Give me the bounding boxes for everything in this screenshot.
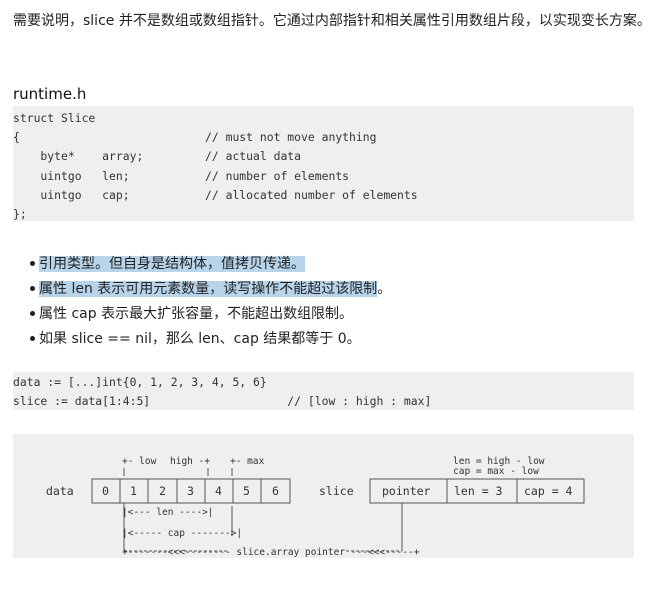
intro-paragraph: 需要说明，slice 并不是数组或数组指针。它通过内部指针和相关属性引用数组片段… (13, 13, 651, 29)
code-line: uintgo cap; // allocated number of eleme… (13, 187, 418, 202)
len-bracket: |<--- len ---->| (122, 507, 214, 518)
code-line: { // must not move anything (13, 130, 377, 145)
pointer-line: +-------<<<-------- slice.array pointer … (122, 547, 420, 558)
low-marker: +- low (122, 456, 157, 467)
slice-label: slice (319, 484, 354, 498)
bullet-dot (30, 285, 35, 291)
data-cell: 3 (187, 484, 194, 498)
slice-field-cap: cap = 4 (524, 484, 573, 498)
list-item: 属性 len 表示可用元素数量，读写操作不能超过该限制。 (30, 277, 391, 302)
bullet-text: 属性 cap 表示最大扩张容量，不能超出数组限制。 (39, 306, 354, 322)
list-item: 如果 slice == nil，那么 len、cap 结果都等于 0。 (30, 327, 391, 352)
bullet-text: 属性 len 表示可用元素数量，读写操作不能超过该限制 (39, 281, 378, 297)
data-cell: 1 (130, 484, 137, 498)
cap-formula: cap = max - low (453, 466, 539, 477)
slice-field-len: len = 3 (454, 484, 503, 498)
struct-code-block: struct Slice{ // must not move anything … (13, 106, 634, 221)
high-marker: high -+ (170, 456, 210, 467)
data-label: data (46, 484, 74, 498)
max-marker: +- max (230, 456, 265, 467)
example-code-block: data := [...]int{0, 1, 2, 3, 4, 5, 6} sli… (13, 372, 634, 410)
slice-diagram: +- low high -+ +- max len = high - low c… (13, 434, 634, 558)
code-line: }; (13, 206, 27, 221)
file-title: runtime.h (13, 85, 87, 103)
list-item: 引用类型。但自身是结构体，值拷贝传递。 (30, 252, 391, 277)
bullet-tail: 。 (377, 281, 392, 297)
data-cell: 6 (272, 484, 279, 498)
data-cell: 4 (215, 484, 222, 498)
slice-field-pointer: pointer (382, 484, 431, 498)
data-cell: 5 (243, 484, 250, 498)
bullet-dot (30, 260, 35, 266)
slice-diagram-svg: +- low high -+ +- max len = high - low c… (46, 456, 585, 558)
code-line: byte* array; // actual data (13, 149, 302, 164)
document-page: 需要说明，slice 并不是数组或数组指针。它通过内部指针和相关属性引用数组片段… (0, 0, 670, 582)
list-item: 属性 cap 表示最大扩张容量，不能超出数组限制。 (30, 302, 391, 327)
bullet-dot (30, 310, 35, 316)
code-line: data := [...]int{0, 1, 2, 3, 4, 5, 6} (13, 375, 267, 389)
data-cell: 2 (159, 484, 166, 498)
code-line: struct Slice (13, 111, 96, 125)
code-line: uintgo len; // number of elements (13, 168, 350, 183)
bullet-text: 引用类型。但自身是结构体，值拷贝传递。 (39, 256, 305, 272)
cap-bracket: |<----- cap ------->| (122, 528, 242, 539)
code-line: slice := data[1:4:5] // [low : high : ma… (13, 394, 432, 408)
bullet-dot (30, 335, 35, 341)
bullet-text: 如果 slice == nil，那么 len、cap 结果都等于 0。 (39, 331, 361, 347)
bullet-list: 引用类型。但自身是结构体，值拷贝传递。 属性 len 表示可用元素数量，读写操作… (30, 252, 391, 352)
data-cell: 0 (102, 484, 109, 498)
